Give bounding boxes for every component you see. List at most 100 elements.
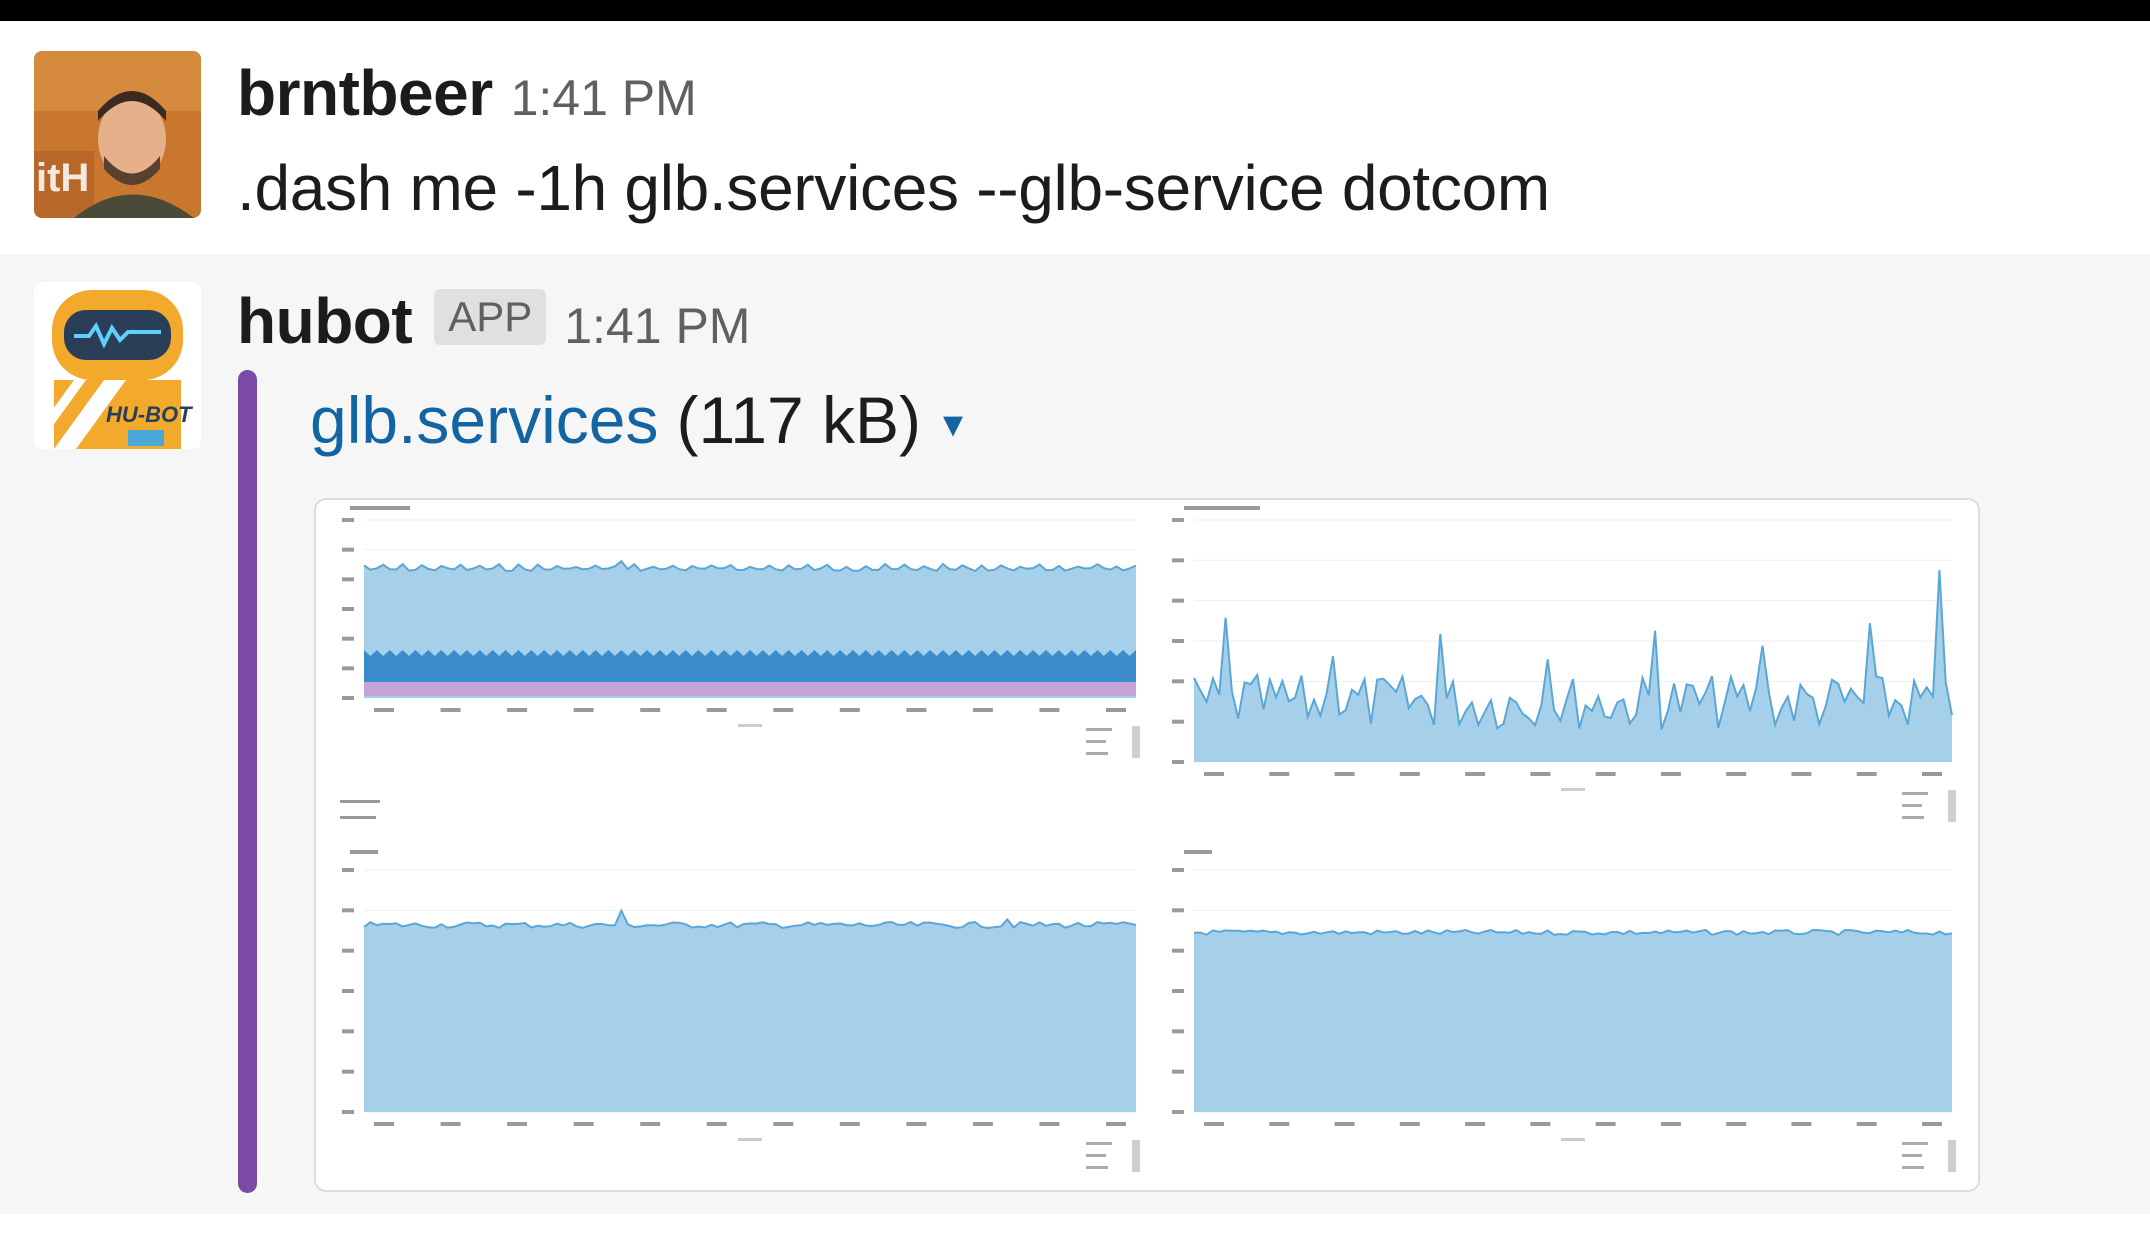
metric-label [340, 800, 380, 803]
bottom-right-chart-x-tick-label [1726, 1122, 1747, 1126]
bot-avatar[interactable]: HU-BOT [34, 282, 201, 449]
bottom-left-chart-x-tick-label [773, 1122, 794, 1126]
bottom-right-panel-title [1184, 850, 1212, 854]
sender-name[interactable]: brntbeer [237, 56, 493, 130]
message-text: .dash me -1h glb.services --glb-service … [237, 152, 1550, 224]
statuses-chart-legend-value [1086, 728, 1112, 731]
bottom-left-panel-title [350, 850, 378, 854]
statuses-chart-y-tick-label [342, 518, 354, 522]
svg-text:HU-BOT: HU-BOT [106, 402, 193, 427]
percent-panel-title [1184, 506, 1260, 510]
chevron-down-icon[interactable]: ▾ [943, 401, 963, 447]
percent-chart-x-tick-label [1660, 772, 1681, 776]
statuses-chart-scrollbar [1132, 726, 1140, 758]
bottom-right-chart-legend-value [1902, 1142, 1928, 1145]
bottom-right-chart-y-tick-label [1172, 908, 1184, 913]
percent-chart-y-tick-label [1172, 558, 1184, 563]
bottom-right-chart-x-tick-label [1465, 1122, 1486, 1126]
bottom-right-chart-x-tick-label [1856, 1122, 1877, 1126]
bottom-right-chart-x-axis-label [1561, 1138, 1585, 1141]
bottom-left-chart-y-tick-label [342, 1110, 354, 1114]
bottom-left-chart-y-tick-label [342, 1069, 354, 1074]
bottom-right-chart-x-tick-label [1595, 1122, 1616, 1126]
bottom-left-chart-x-tick-label [1106, 1122, 1126, 1126]
file-name-link[interactable]: glb.services [310, 382, 658, 458]
percent-chart-x-tick-label [1791, 772, 1812, 776]
bottom-left-chart-x-axis-label [738, 1138, 762, 1141]
bottom-right-chart-y-tick-label [1172, 1069, 1184, 1074]
bottom-left-chart-x-tick-label [839, 1122, 860, 1126]
bottom-right-chart-y-tick-label [1172, 868, 1184, 872]
statuses-chart-y-tick-label [342, 607, 354, 611]
bottom-left-chart-x-tick-label [573, 1122, 594, 1126]
message-timestamp[interactable]: 1:41 PM [564, 297, 750, 355]
percent-chart-x-tick-label [1856, 772, 1877, 776]
percent-chart-y-tick-label [1172, 639, 1184, 643]
statuses-chart-band-other [364, 682, 1136, 696]
sender-name[interactable]: hubot [237, 284, 413, 358]
attachment-accent-bar [238, 370, 257, 1193]
statuses-chart-x-tick-label [507, 708, 528, 712]
statuses-chart-x-tick-label [972, 708, 993, 712]
bottom-left-chart-y-tick-label [342, 989, 354, 993]
bottom-left-chart-y-tick-label [342, 948, 354, 953]
statuses-chart-x-tick-label [440, 708, 461, 712]
statuses-chart-x-axis-label [738, 724, 762, 727]
bottom-right-chart-x-tick-label [1269, 1122, 1290, 1126]
message-hubot: HU-BOT hubot APP 1:41 PM glb.services (1… [0, 254, 2150, 1214]
percent-chart-legend-max [1902, 816, 1924, 819]
statuses-chart-y-tick-label [342, 636, 354, 641]
statuses-chart-band-2xx [364, 650, 1136, 682]
percent-chart-legend-min [1902, 804, 1922, 807]
statuses-chart-x-tick-label [640, 708, 661, 712]
svg-text:itH: itH [36, 156, 89, 200]
statuses-chart-x-tick-label [839, 708, 860, 712]
statuses-chart-x-tick-label [573, 708, 594, 712]
percent-chart-y-tick-label [1172, 679, 1184, 684]
bottom-right-chart-x-tick-label [1204, 1122, 1224, 1126]
percent-chart-x-tick-label [1726, 772, 1747, 776]
bottom-right-chart-y-tick-label [1172, 1110, 1184, 1114]
bottom-right-chart-scrollbar [1948, 1140, 1956, 1172]
dashboard-graphs-preview [340, 506, 1956, 1172]
statuses-chart-legend-max [1086, 752, 1108, 755]
bottom-left-chart-x-tick-label [507, 1122, 528, 1126]
statuses-panel-title [350, 506, 410, 510]
file-header: glb.services (117 kB) ▾ [310, 382, 963, 458]
percent-chart-x-tick-label [1334, 772, 1355, 776]
bottom-right-chart-y-tick-label [1172, 1029, 1184, 1034]
bottom-left-chart-x-tick-label [706, 1122, 727, 1126]
bottom-right-chart-legend-min [1902, 1154, 1922, 1157]
percent-chart-y-tick-label [1172, 518, 1184, 522]
bottom-left-chart-x-tick-label [1039, 1122, 1060, 1126]
bottom-left-chart-area [364, 910, 1136, 1112]
bottom-left-chart-y-tick-label [342, 868, 354, 872]
bottom-right-chart-x-tick-label [1660, 1122, 1681, 1126]
statuses-chart-legend-min [1086, 740, 1106, 743]
percent-chart-x-tick-label [1465, 772, 1486, 776]
bottom-right-chart-x-tick-label [1399, 1122, 1420, 1126]
bottom-right-chart-y-tick-label [1172, 989, 1184, 993]
bottom-left-chart-y-tick-label [342, 908, 354, 913]
percent-chart-area [1194, 570, 1952, 762]
statuses-chart-x-tick-label [1106, 708, 1126, 712]
percent-chart-y-tick-label [1172, 719, 1184, 724]
window-top-bar [0, 0, 2150, 21]
statuses-chart-y-tick-label [342, 696, 354, 700]
message-timestamp[interactable]: 1:41 PM [511, 69, 697, 127]
statuses-chart-x-tick-label [773, 708, 794, 712]
bottom-left-chart-x-tick-label [906, 1122, 927, 1126]
bottom-left-chart-x-tick-label [640, 1122, 661, 1126]
dashboard-image-preview[interactable] [314, 498, 1980, 1192]
user-avatar[interactable]: itH [34, 51, 201, 218]
percent-chart-x-axis-label [1561, 788, 1585, 791]
percent-chart-y-tick-label [1172, 598, 1184, 603]
percent-chart-x-tick-label [1530, 772, 1551, 776]
app-badge: APP [434, 289, 547, 345]
statuses-chart-y-tick-label [342, 547, 354, 552]
statuses-chart-x-tick-label [706, 708, 727, 712]
percent-chart-x-tick-label [1269, 772, 1290, 776]
message-brntbeer: itH brntbeer 1:41 PM .dash me -1h glb.se… [0, 21, 2150, 254]
hubot-robot-avatar-icon: HU-BOT [34, 282, 201, 449]
percent-chart-legend-value [1902, 792, 1928, 795]
